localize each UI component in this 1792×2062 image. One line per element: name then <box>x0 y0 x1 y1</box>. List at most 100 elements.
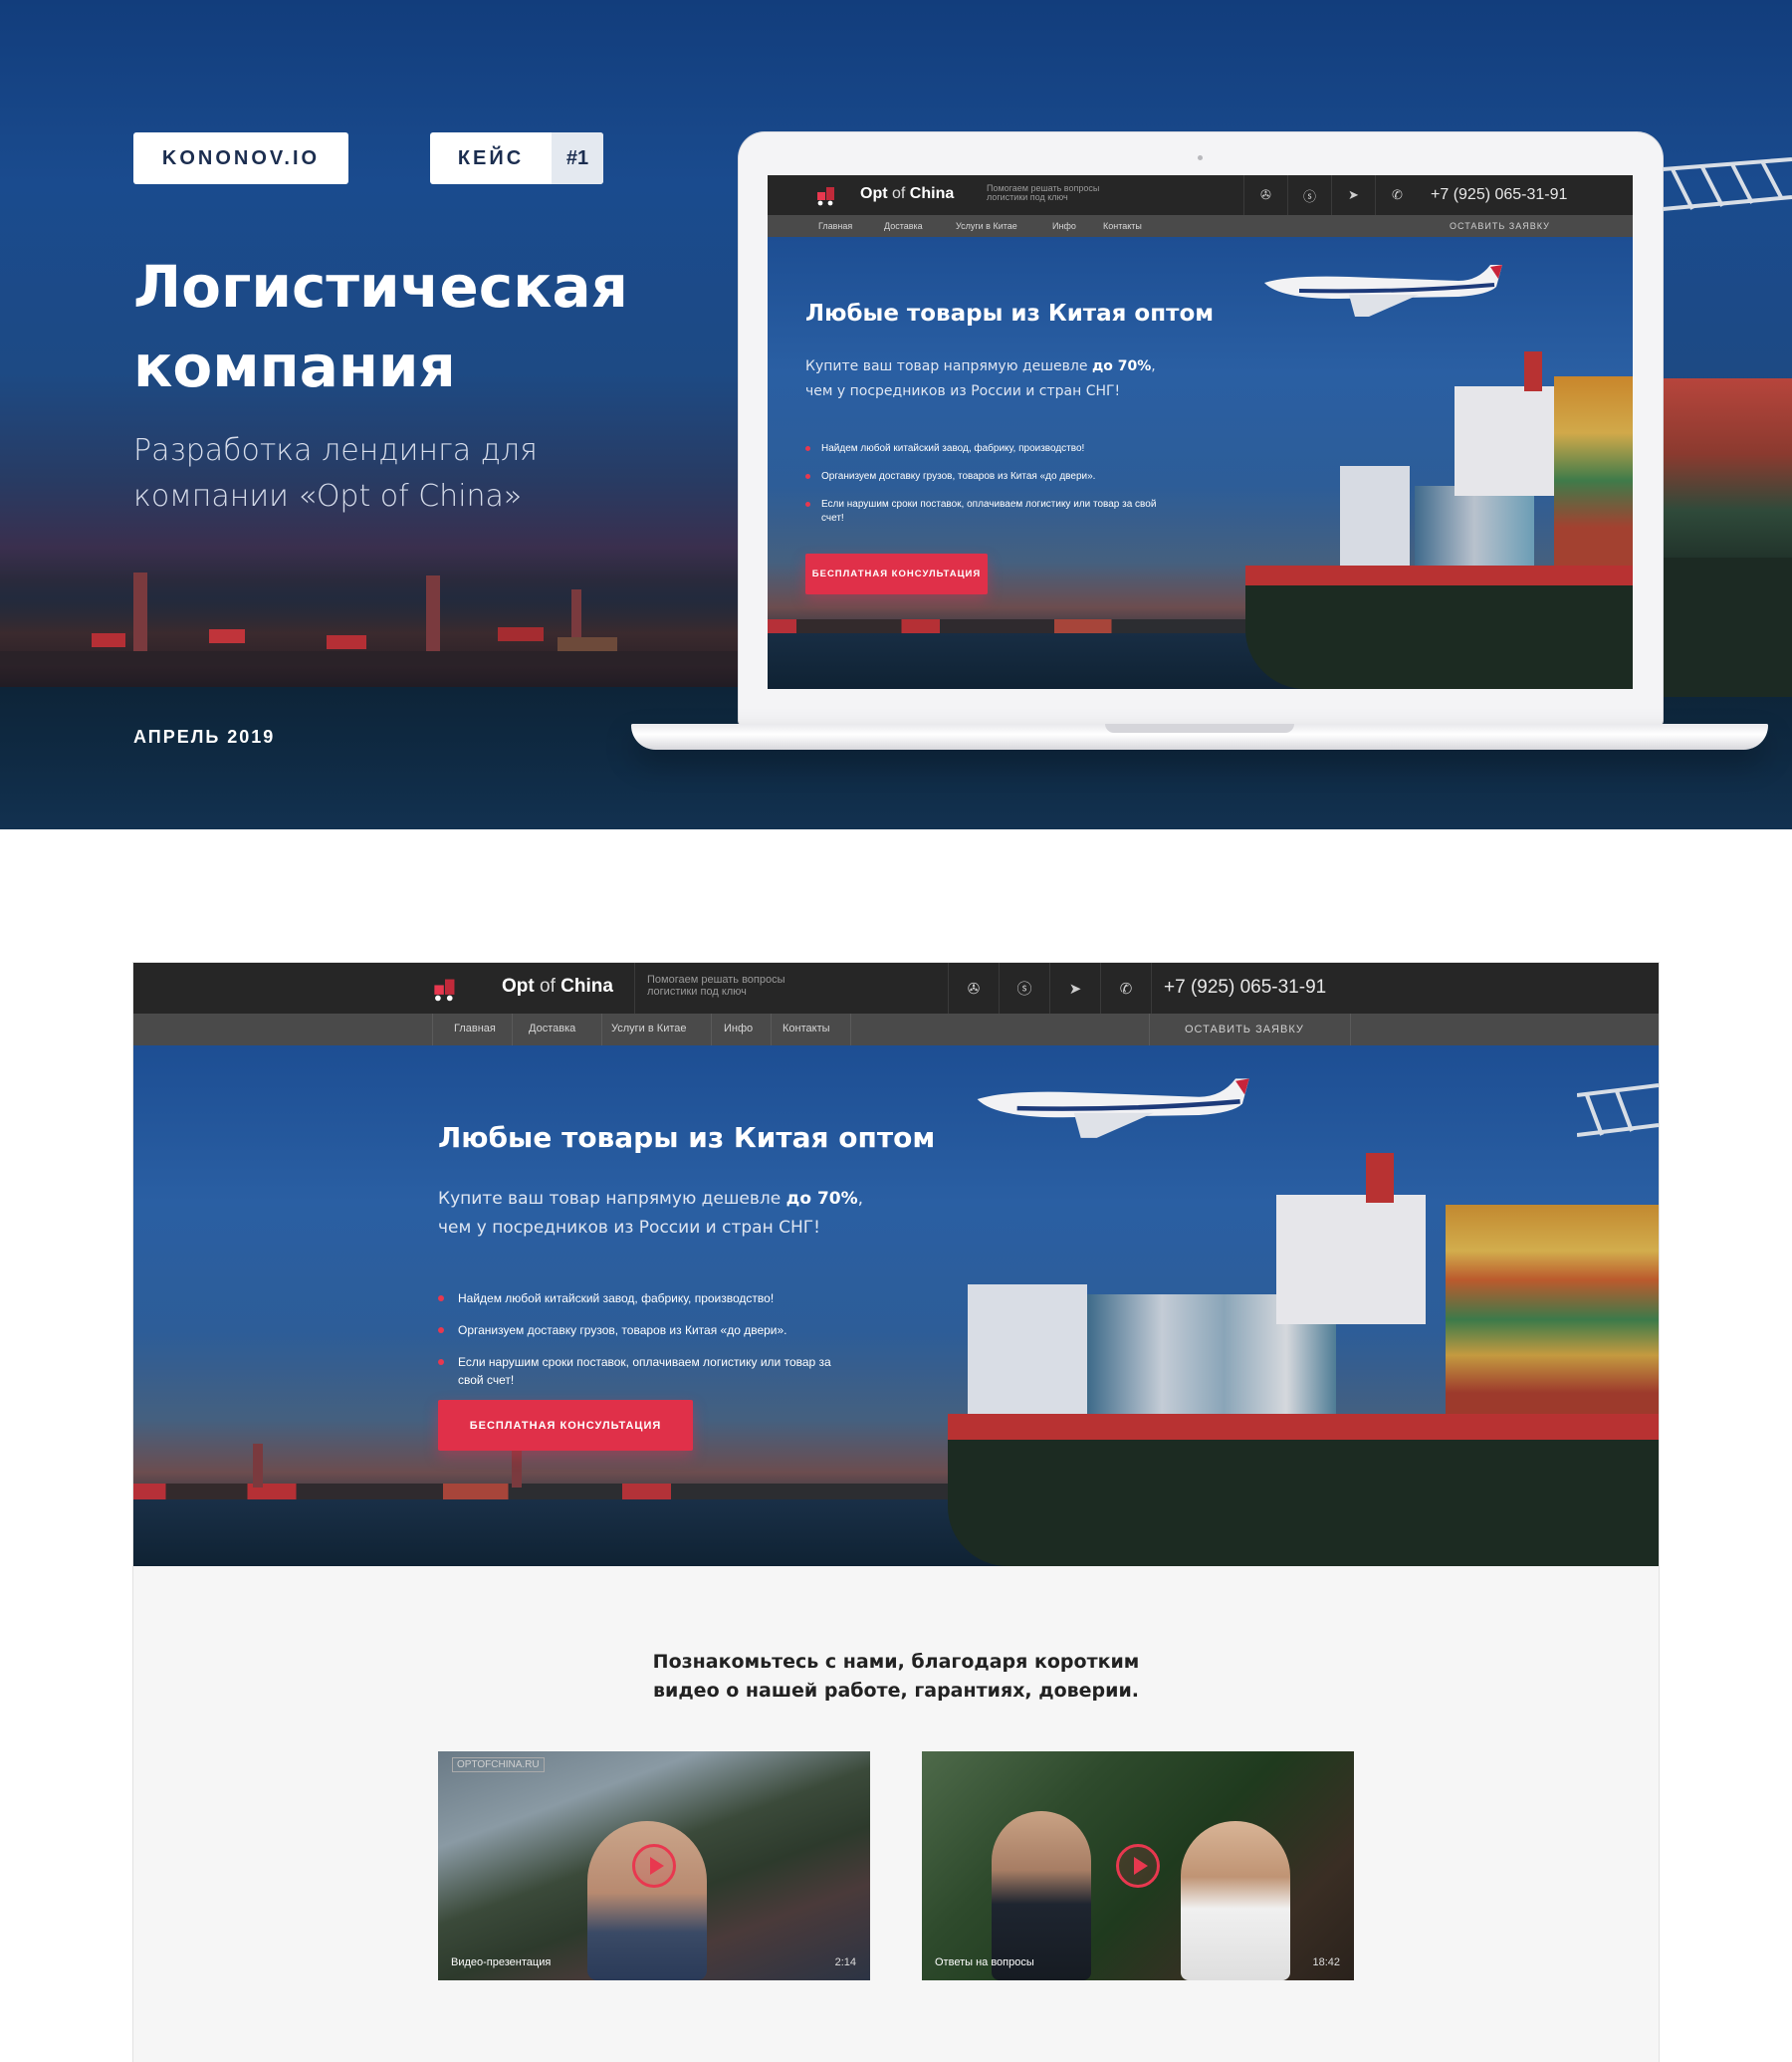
whatsapp-icon[interactable]: ✆ <box>1100 963 1151 1014</box>
port-tower <box>253 1444 263 1488</box>
ship-funnel <box>1366 1153 1394 1203</box>
consultation-button[interactable]: БЕСПЛАТНАЯ КОНСУЛЬТАЦИЯ <box>805 554 988 594</box>
nav-item-contacts[interactable]: Контакты <box>1103 221 1142 231</box>
hero-subtitle: Разработка лендинга для компании «Opt of… <box>133 428 651 520</box>
site-hero: Любые товары из Китая оптом Купите ваш т… <box>133 1045 1659 1566</box>
video-caption: Ответы на вопросы <box>935 1956 1034 1968</box>
site-lead-line: чем у посредников из России и стран СНГ! <box>438 1218 820 1238</box>
video-watermark: OPTOFCHINA.RU <box>452 1757 545 1772</box>
site-hero: Любые товары из Китая оптом Купите ваш т… <box>768 237 1633 689</box>
video-card[interactable]: Ответы на вопросы 18:42 <box>922 1751 1354 1980</box>
divider <box>850 1014 851 1045</box>
order-request-link[interactable]: ОСТАВИТЬ ЗАЯВКУ <box>1185 1024 1304 1035</box>
nav-item-delivery[interactable]: Доставка <box>529 1023 575 1034</box>
ship-deck <box>1245 566 1633 585</box>
bullet-item: Организуем доставку грузов, товаров из К… <box>805 470 1164 484</box>
site-lead-highlight: до 70% <box>1091 358 1152 374</box>
container <box>209 629 245 643</box>
nav-item-delivery[interactable]: Доставка <box>884 221 923 231</box>
case-badge: КЕЙС #1 <box>430 132 603 184</box>
tagline-line: логистики под ключ <box>987 192 1068 203</box>
port-tower <box>512 1446 522 1488</box>
case-badge-number: #1 <box>552 132 603 184</box>
play-icon[interactable] <box>1116 1844 1160 1888</box>
laptop-camera <box>1198 155 1203 160</box>
consultation-button[interactable]: БЕСПЛАТНАЯ КОНСУЛЬТАЦИЯ <box>438 1400 693 1451</box>
video-person <box>1181 1821 1290 1980</box>
ship-bridge <box>1455 386 1564 496</box>
logo-icon <box>817 187 834 206</box>
brand-word: Opt <box>860 185 888 202</box>
nav-item-info[interactable]: Инфо <box>1052 221 1076 231</box>
site-lead-line: Купите ваш товар напрямую дешевле до 70%… <box>438 1185 863 1214</box>
divider <box>711 1014 712 1045</box>
port-tower <box>133 573 147 652</box>
brand-word: Opt <box>502 976 535 997</box>
site-lead-highlight: до 70% <box>785 1189 858 1209</box>
brand-word: of <box>892 185 906 202</box>
phone-number[interactable]: +7 (925) 065-31-91 <box>1164 977 1326 999</box>
site-tagline: Помогаем решать вопросы логистики под кл… <box>987 183 1099 203</box>
telegram-icon[interactable]: ➤ <box>1331 175 1375 215</box>
laptop-screen-site: Opt of China Помогаем решать вопросы лог… <box>768 175 1633 689</box>
site-topbar: Opt of China Помогаем решать вопросы лог… <box>768 175 1633 215</box>
site-lead: Купите ваш товар напрямую дешевле до 70%… <box>438 1185 863 1243</box>
telegram-icon[interactable]: ➤ <box>1049 963 1100 1014</box>
nav-item-home[interactable]: Главная <box>818 221 852 231</box>
crane <box>968 1284 1087 1414</box>
bullet-item: Если нарушим сроки поставок, оплачиваем … <box>805 498 1164 526</box>
divider <box>601 1014 602 1045</box>
ship-hull <box>1663 558 1792 697</box>
crane <box>1340 466 1410 566</box>
port-tower <box>426 575 440 653</box>
nav-item-info[interactable]: Инфо <box>724 1023 753 1034</box>
divider <box>771 1014 772 1045</box>
video-person <box>992 1811 1091 1980</box>
site-lead-text: Купите ваш товар напрямую дешевле <box>438 1189 786 1209</box>
video-duration: 18:42 <box>1312 1956 1340 1968</box>
site-navbar: Главная Доставка Услуги в Китае Инфо Кон… <box>768 215 1633 237</box>
container-stack <box>1663 378 1792 568</box>
video-card[interactable]: OPTOFCHINA.RU Видео-презентация 2:14 <box>438 1751 870 1980</box>
nav-item-contacts[interactable]: Контакты <box>783 1023 830 1034</box>
bullet-item: Организуем доставку грузов, товаров из К… <box>438 1321 856 1339</box>
ship-hull <box>948 1440 1659 1566</box>
bullet-item: Найдем любой китайский завод, фабрику, п… <box>438 1289 856 1307</box>
hero-subtitle-line: Разработка лендинга для <box>133 433 538 468</box>
whatsapp-icon[interactable]: ✆ <box>1375 175 1419 215</box>
nav-item-services[interactable]: Услуги в Китае <box>956 221 1017 231</box>
phone-number[interactable]: +7 (925) 065-31-91 <box>1431 186 1567 204</box>
brand-badge-text: KONONOV.IO <box>161 146 321 169</box>
brand-word: China <box>560 976 613 997</box>
port-containers <box>768 619 1245 633</box>
divider <box>634 963 635 1014</box>
nav-item-services[interactable]: Услуги в Китае <box>611 1023 687 1034</box>
logo-icon <box>434 979 455 1002</box>
video-intro-line: Познакомьтесь с нами, благодаря коротким <box>652 1651 1140 1673</box>
bullet-item: Найдем любой китайский завод, фабрику, п… <box>805 442 1164 456</box>
case-badge-label: КЕЙС <box>457 146 525 169</box>
ship-hull <box>1245 585 1633 689</box>
video-caption: Видео-презентация <box>451 1956 552 1968</box>
nav-item-home[interactable]: Главная <box>454 1023 496 1034</box>
site-headline: Любые товары из Китая оптом <box>438 1121 936 1154</box>
wechat-icon[interactable]: ✇ <box>1243 175 1287 215</box>
play-icon[interactable] <box>632 1844 676 1888</box>
site-brand[interactable]: Opt of China <box>860 185 954 203</box>
video-duration: 2:14 <box>834 1956 856 1968</box>
skype-icon[interactable]: ⓢ <box>999 963 1049 1014</box>
site-bullets: Найдем любой китайский завод, фабрику, п… <box>438 1289 856 1389</box>
wechat-icon[interactable]: ✇ <box>948 963 999 1014</box>
site-brand[interactable]: Opt of China <box>502 976 613 998</box>
hero-subtitle-line: компании «Opt of China» <box>133 479 523 514</box>
site-navbar: Главная Доставка Услуги в Китае Инфо Кон… <box>133 1014 1659 1045</box>
airplane-graphic <box>1264 265 1502 317</box>
skype-icon[interactable]: ⓢ <box>1287 175 1331 215</box>
bullet-item: Если нарушим сроки поставок, оплачиваем … <box>438 1353 856 1389</box>
divider <box>1149 1014 1150 1045</box>
site-lead-text: , <box>1151 358 1156 374</box>
container-stack <box>1554 376 1633 566</box>
hero-title-line: Логистическая <box>133 253 628 321</box>
order-request-link[interactable]: ОСТАВИТЬ ЗАЯВКУ <box>1450 221 1550 231</box>
divider <box>512 1014 513 1045</box>
